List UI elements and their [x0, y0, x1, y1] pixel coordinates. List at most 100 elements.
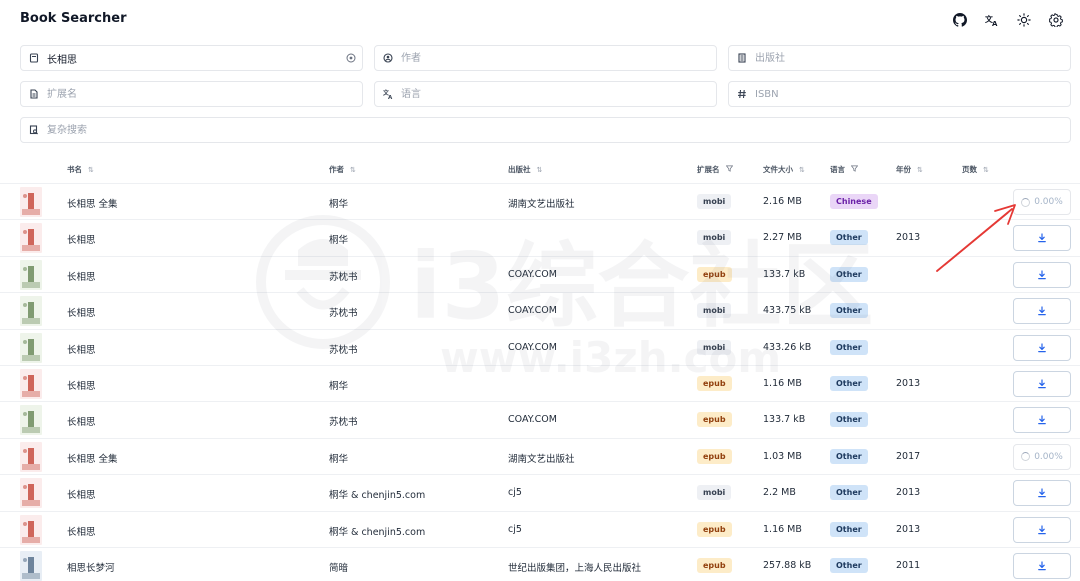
- filter-funnel-icon[interactable]: [850, 165, 859, 174]
- download-button[interactable]: [1013, 261, 1071, 288]
- sort-icon[interactable]: ⇅: [350, 166, 356, 174]
- download-button[interactable]: [1013, 225, 1071, 252]
- column-header-label: 书名: [67, 165, 82, 174]
- column-header-extension[interactable]: 扩展名: [697, 164, 733, 175]
- book-title[interactable]: 长相思: [67, 342, 96, 356]
- complex-search-input[interactable]: [47, 118, 1070, 142]
- book-title[interactable]: 长相思 全集: [67, 196, 118, 210]
- book-cover: [20, 259, 42, 290]
- title-input[interactable]: [47, 46, 340, 70]
- column-header-year[interactable]: 年份 ⇅: [896, 164, 923, 175]
- download-button[interactable]: [1013, 334, 1071, 361]
- book-title[interactable]: 长相思: [67, 232, 96, 246]
- download-icon: [1038, 524, 1046, 534]
- download-button[interactable]: [1013, 553, 1071, 579]
- book-author: 桐华: [329, 381, 349, 392]
- file-size: 433.26 kB: [763, 341, 812, 353]
- table-row: 长相思 桐华 & chenjin5.com cj5 mobi 2.2 MB Ot…: [0, 475, 1080, 512]
- book-publisher: cj5: [508, 523, 522, 535]
- table-row: 长相思 苏枕书 COAY.COM mobi 433.75 kB Other: [0, 293, 1080, 330]
- file-icon: [21, 89, 47, 99]
- filter-funnel-icon[interactable]: [725, 165, 733, 174]
- app-header: Book Searcher 文A: [0, 0, 1080, 40]
- language-input[interactable]: [401, 82, 716, 106]
- book-title[interactable]: 相思长梦河: [67, 560, 115, 574]
- download-button[interactable]: [1013, 480, 1071, 507]
- book-year: 2017: [896, 450, 921, 462]
- column-header-publisher[interactable]: 出版社 ⇅: [508, 164, 542, 175]
- book-author: 简暗: [329, 563, 349, 574]
- book-author: 苏枕书: [329, 344, 358, 356]
- book-author: 桐华: [329, 235, 349, 247]
- publisher-input[interactable]: [755, 46, 1070, 70]
- column-header-label: 语言: [830, 165, 845, 174]
- download-button[interactable]: 0.00%: [1013, 443, 1071, 470]
- sort-icon[interactable]: ⇅: [917, 166, 923, 174]
- github-icon[interactable]: [950, 10, 970, 30]
- book-title[interactable]: 长相思 全集: [67, 451, 118, 465]
- book-cover: [20, 405, 42, 436]
- book-title[interactable]: 长相思: [67, 487, 96, 501]
- extension-badge: mobi: [697, 339, 732, 355]
- download-progress: 0.00%: [1034, 451, 1063, 462]
- publisher-filter: [728, 45, 1071, 71]
- search-document-icon: [21, 125, 47, 135]
- sort-icon[interactable]: ⇅: [537, 166, 543, 174]
- extension-badge: epub: [697, 266, 732, 282]
- theme-sun-icon[interactable]: [1014, 10, 1034, 30]
- download-button[interactable]: 0.00%: [1013, 189, 1071, 215]
- download-button[interactable]: [1013, 298, 1071, 325]
- book-author: 桐华 & chenjin5.com: [329, 490, 426, 502]
- header-actions: 文A: [950, 10, 1066, 30]
- translate-icon[interactable]: 文A: [982, 10, 1002, 30]
- book-author: 桐华: [329, 453, 349, 465]
- book-publisher: COAY.COM: [508, 414, 557, 426]
- table-row: 长相思 苏枕书 COAY.COM epub 133.7 kB Other: [0, 402, 1080, 439]
- language-badge: Other: [830, 521, 868, 537]
- download-button[interactable]: [1013, 407, 1071, 434]
- sort-icon[interactable]: ⇅: [983, 166, 989, 174]
- extension-badge: mobi: [697, 485, 732, 501]
- settings-gear-icon[interactable]: [1046, 10, 1066, 30]
- column-header-pages[interactable]: 页数 ⇅: [962, 164, 989, 175]
- sort-icon[interactable]: ⇅: [799, 166, 805, 174]
- file-size: 2.27 MB: [763, 232, 802, 244]
- download-icon: [1038, 561, 1046, 571]
- author-input[interactable]: [401, 46, 716, 70]
- title-filter: [20, 45, 363, 71]
- app-title: Book Searcher: [20, 11, 127, 26]
- book-title[interactable]: 长相思: [67, 524, 96, 538]
- file-size: 2.16 MB: [763, 196, 802, 207]
- book-title[interactable]: 长相思: [67, 378, 96, 392]
- clear-input-icon[interactable]: [340, 53, 362, 63]
- column-header-title[interactable]: 书名 ⇅: [67, 164, 94, 175]
- column-header-author[interactable]: 作者 ⇅: [329, 164, 356, 175]
- complex-search-filter: [20, 117, 1071, 143]
- extension-badge: mobi: [697, 230, 732, 246]
- extension-badge: epub: [697, 412, 732, 428]
- language-badge: Other: [830, 485, 868, 501]
- column-header-filesize[interactable]: 文件大小 ⇅: [763, 164, 805, 175]
- extension-input[interactable]: [47, 82, 362, 106]
- file-size: 133.7 kB: [763, 414, 806, 426]
- loading-spinner-icon: [1021, 197, 1031, 207]
- book-icon: [21, 53, 47, 63]
- extension-badge: epub: [697, 376, 732, 391]
- download-icon: [1038, 488, 1046, 498]
- download-button[interactable]: [1013, 371, 1071, 397]
- extension-badge: mobi: [697, 194, 732, 209]
- book-title[interactable]: 长相思: [67, 414, 96, 428]
- column-header-label: 扩展名: [697, 165, 720, 174]
- book-title[interactable]: 长相思: [67, 305, 96, 319]
- book-cover: [20, 478, 42, 509]
- download-button[interactable]: [1013, 516, 1071, 543]
- book-title[interactable]: 长相思: [67, 269, 96, 283]
- download-progress: 0.00%: [1034, 197, 1063, 207]
- sort-icon[interactable]: ⇅: [88, 166, 94, 174]
- table-header: 书名 ⇅ 作者 ⇅ 出版社 ⇅ 扩展名 文件大小 ⇅ 语言 年份 ⇅ 页数 ⇅: [0, 156, 1080, 184]
- svg-text:A: A: [388, 95, 393, 99]
- book-year: 2013: [896, 523, 921, 535]
- isbn-input[interactable]: [755, 82, 1070, 106]
- column-header-language[interactable]: 语言: [830, 164, 859, 175]
- author-filter: [374, 45, 717, 71]
